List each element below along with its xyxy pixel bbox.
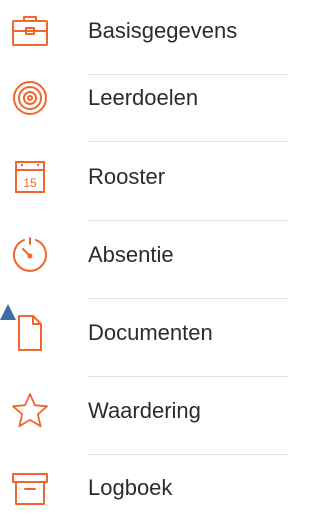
menu-item-leerdoelen[interactable]: Leerdoelen [0,66,289,142]
menu-item-label: Waardering [88,398,201,423]
menu-item-waardering[interactable]: Waardering [0,379,289,455]
divider [88,454,289,455]
menu-item-label: Absentie [88,242,174,267]
menu-item-rooster[interactable]: 15 Rooster [0,145,289,221]
menu-item-logboek[interactable]: Logboek [0,456,289,532]
document-icon [10,313,50,353]
menu-item-label: Basisgegevens [88,18,238,43]
menu-item-label: Documenten [88,320,213,345]
timer-icon [10,235,50,275]
divider [88,141,289,142]
menu-item-basisgegevens[interactable]: Basisgegevens [0,0,289,75]
target-icon [10,78,50,118]
archive-box-icon [10,468,50,508]
menu-item-label: Rooster [88,164,166,189]
menu-item-absentie[interactable]: Absentie [0,223,289,299]
menu-item-label: Leerdoelen [88,85,199,110]
calendar-day-text: 15 [23,176,37,190]
menu-item-documenten[interactable]: Documenten [0,301,289,377]
divider [88,298,289,299]
divider [88,376,289,377]
side-menu: Basisgegevens Leerdoelen 15 Rooster Abse… [0,0,289,505]
briefcase-icon [10,11,50,51]
star-icon [10,391,50,431]
divider [88,220,289,221]
calendar-icon: 15 [10,157,50,197]
menu-item-label: Logboek [88,475,173,500]
